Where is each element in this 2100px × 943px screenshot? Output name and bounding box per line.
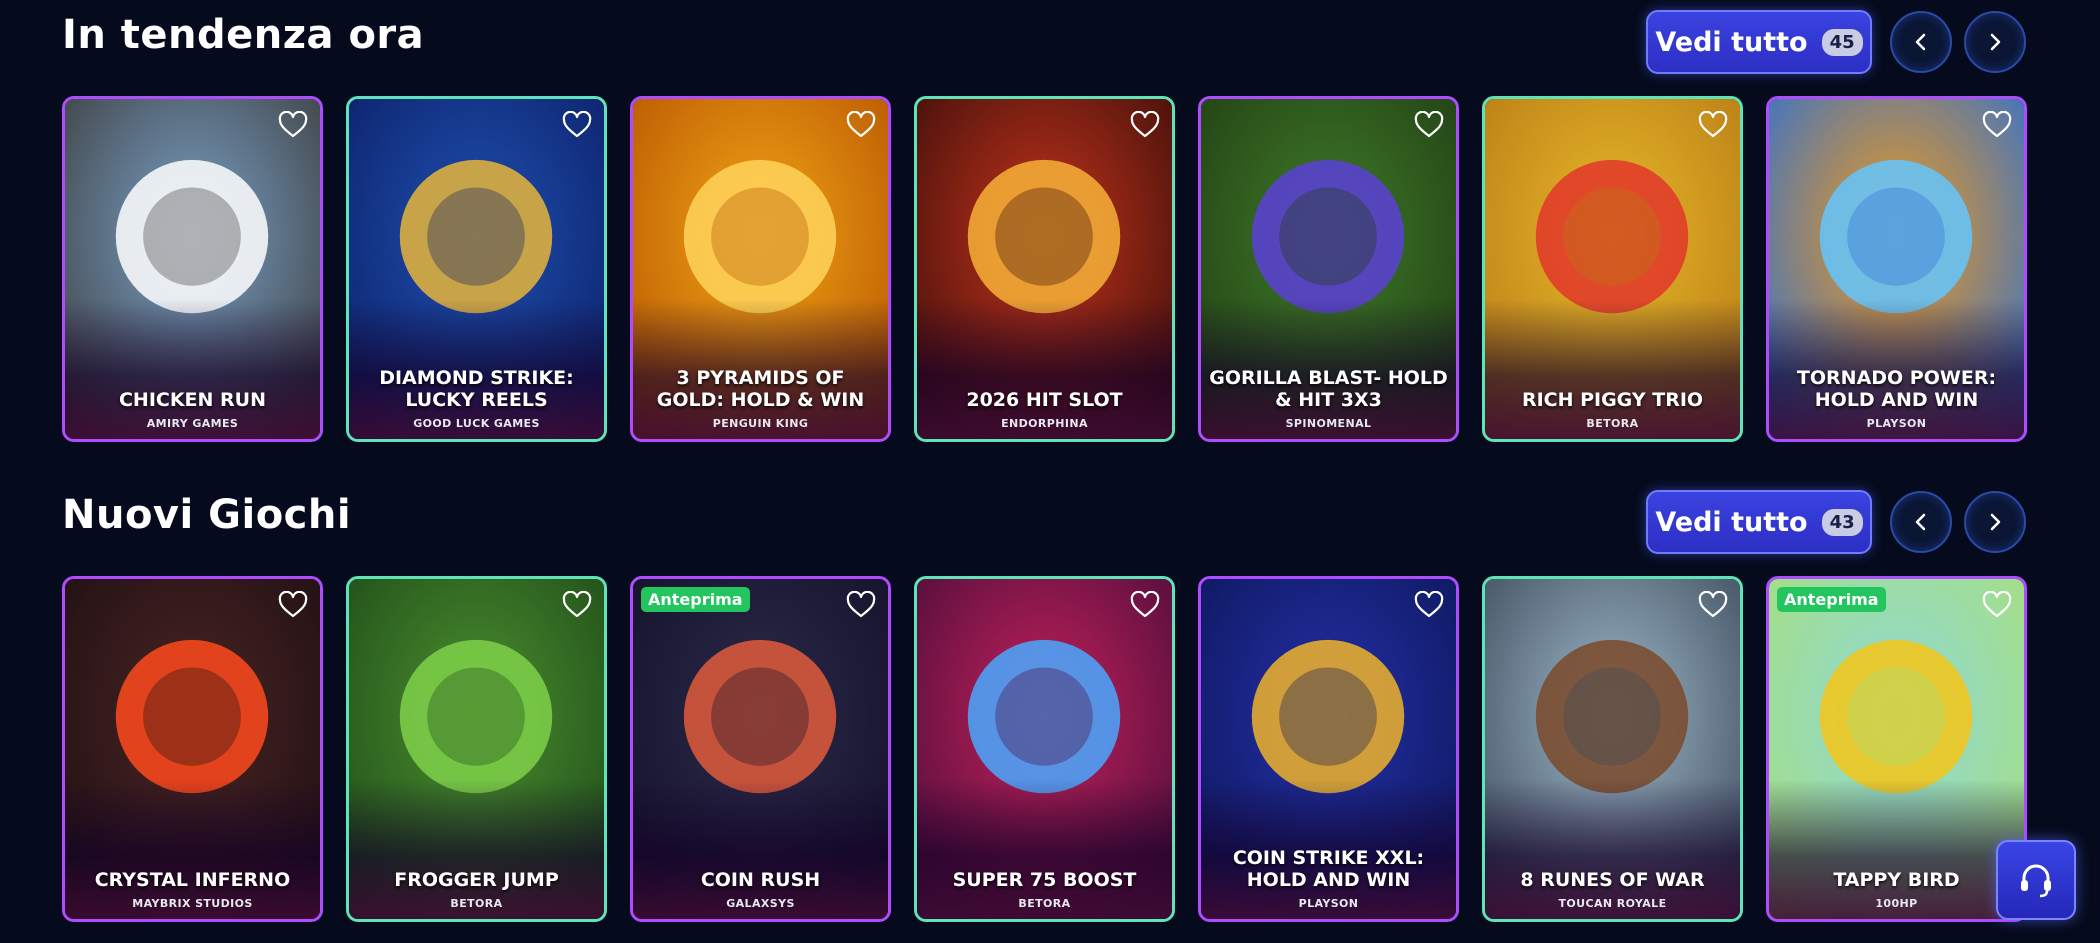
game-provider: MAYBRIX STUDIOS	[132, 897, 253, 910]
game-provider: GOOD LUCK GAMES	[413, 417, 540, 430]
heart-icon[interactable]	[846, 590, 876, 619]
see-all-button[interactable]: Vedi tutto 43	[1646, 490, 1872, 554]
heart-icon[interactable]	[278, 590, 308, 619]
game-title: 2026 HIT SLOT	[966, 389, 1123, 411]
game-provider: AMIRY GAMES	[146, 417, 239, 430]
game-card[interactable]: COIN STRIKE XXL: HOLD AND WIN PLAYSON	[1198, 576, 1459, 922]
see-all-label: Vedi tutto	[1655, 26, 1808, 58]
game-provider: PENGUIN KING	[712, 417, 809, 430]
carousel-next-button[interactable]	[1964, 11, 2026, 73]
game-title: DIAMOND STRIKE: LUCKY REELS	[379, 367, 574, 411]
game-title: FROGGER JUMP	[394, 869, 559, 891]
heart-icon[interactable]	[1698, 590, 1728, 619]
chevron-left-icon	[1915, 33, 1926, 51]
game-title: CHICKEN RUN	[118, 389, 267, 411]
chevron-left-icon	[1915, 513, 1926, 531]
chevron-right-icon	[1990, 513, 2001, 531]
game-card[interactable]: TORNADO POWER: HOLD AND WIN PLAYSON	[1766, 96, 2027, 442]
game-card[interactable]: 8 RUNES OF WAR TOUCAN ROYALE	[1482, 576, 1743, 922]
game-provider: BETORA	[1586, 417, 1639, 430]
game-card[interactable]: RICH PIGGY TRIO BETORA	[1482, 96, 1743, 442]
heart-icon[interactable]	[1414, 110, 1444, 139]
game-title: RICH PIGGY TRIO	[1521, 389, 1704, 411]
carousel-prev-button[interactable]	[1890, 491, 1952, 553]
count-badge: 45	[1821, 28, 1863, 56]
game-provider: GALAXSYS	[726, 897, 795, 910]
game-provider: PLAYSON	[1866, 417, 1927, 430]
game-card[interactable]: GORILLA BLAST- HOLD & HIT 3X3 SPINOMENAL	[1198, 96, 1459, 442]
see-all-button[interactable]: Vedi tutto 45	[1646, 10, 1872, 74]
heart-icon[interactable]	[1982, 590, 2012, 619]
game-card[interactable]: CHICKEN RUN AMIRY GAMES	[62, 96, 323, 442]
game-title: 8 RUNES OF WAR	[1520, 869, 1705, 891]
game-card[interactable]: CRYSTAL INFERNO MAYBRIX STUDIOS	[62, 576, 323, 922]
heart-icon[interactable]	[1414, 590, 1444, 619]
heart-icon[interactable]	[278, 110, 308, 139]
count-badge: 43	[1821, 508, 1863, 536]
heart-icon[interactable]	[562, 590, 592, 619]
heart-icon[interactable]	[562, 110, 592, 139]
support-chat-button[interactable]	[1996, 840, 2076, 920]
heart-icon[interactable]	[846, 110, 876, 139]
chevron-right-icon	[1990, 33, 2001, 51]
game-provider: SPINOMENAL	[1285, 417, 1372, 430]
section-title: In tendenza ora	[62, 12, 425, 58]
game-card[interactable]: 3 PYRAMIDS OF GOLD: HOLD & WIN PENGUIN KI…	[630, 96, 891, 442]
heart-icon[interactable]	[1130, 590, 1160, 619]
game-title: TAPPY BIRD	[1833, 869, 1960, 891]
heart-icon[interactable]	[1130, 110, 1160, 139]
game-carousel: CRYSTAL INFERNO MAYBRIX STUDIOS FROGGER JU…	[62, 576, 2062, 922]
heart-icon[interactable]	[1982, 110, 2012, 139]
game-title: CRYSTAL INFERNO	[94, 869, 291, 891]
see-all-label: Vedi tutto	[1655, 506, 1808, 538]
game-provider: TOUCAN ROYALE	[1558, 897, 1667, 910]
game-card[interactable]: Anteprima COIN RUSH GALAXSYS	[630, 576, 891, 922]
game-card[interactable]: FROGGER JUMP BETORA	[346, 576, 607, 922]
game-title: COIN RUSH	[700, 869, 821, 891]
game-provider: BETORA	[450, 897, 503, 910]
game-title: COIN STRIKE XXL: HOLD AND WIN	[1232, 847, 1425, 891]
game-carousel: CHICKEN RUN AMIRY GAMES DIAMOND STRIKE: LU…	[62, 96, 2062, 442]
game-card[interactable]: 2026 HIT SLOT ENDORPHINA	[914, 96, 1175, 442]
game-title: 3 PYRAMIDS OF GOLD: HOLD & WIN	[656, 367, 865, 411]
game-provider: ENDORPHINA	[1001, 417, 1088, 430]
game-card[interactable]: DIAMOND STRIKE: LUCKY REELS GOOD LUCK GAM…	[346, 96, 607, 442]
game-title: GORILLA BLAST- HOLD & HIT 3X3	[1209, 367, 1448, 411]
game-card[interactable]: Anteprima TAPPY BIRD 100HP	[1766, 576, 2027, 922]
carousel-prev-button[interactable]	[1890, 11, 1952, 73]
headset-icon	[2021, 864, 2051, 898]
preview-badge: Anteprima	[1777, 587, 1886, 612]
heart-icon[interactable]	[1698, 110, 1728, 139]
preview-badge: Anteprima	[641, 587, 750, 612]
game-provider: BETORA	[1018, 897, 1071, 910]
game-title: TORNADO POWER: HOLD AND WIN	[1796, 367, 1997, 411]
game-provider: PLAYSON	[1298, 897, 1359, 910]
game-provider: 100HP	[1875, 897, 1918, 910]
game-card[interactable]: SUPER 75 BOOST BETORA	[914, 576, 1175, 922]
section-title: Nuovi Giochi	[62, 492, 352, 538]
game-title: SUPER 75 BOOST	[952, 869, 1137, 891]
carousel-next-button[interactable]	[1964, 491, 2026, 553]
